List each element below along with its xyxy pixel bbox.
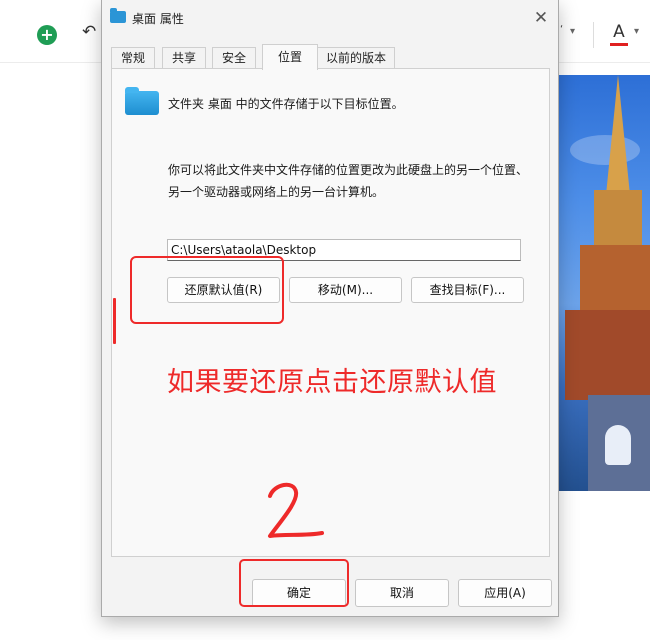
dialog-titlebar[interactable]: 桌面 属性 ✕ — [102, 0, 558, 36]
annotation-step-one — [113, 298, 116, 344]
annotation-instruction: 如果要还原点击还原默认值 — [167, 367, 497, 398]
font-color-label: A — [613, 22, 625, 42]
tab-security[interactable]: 安全 — [212, 47, 256, 69]
toolbar-mark: ‘ — [560, 24, 564, 35]
font-color-bar — [610, 43, 628, 46]
tab-sharing[interactable]: 共享 — [162, 47, 206, 69]
find-target-button[interactable]: 查找目标(F)... — [411, 277, 524, 303]
move-button[interactable]: 移动(M)... — [289, 277, 402, 303]
apply-button[interactable]: 应用(A) — [458, 579, 552, 607]
annotation-box-restore — [130, 256, 284, 324]
tab-location[interactable]: 位置 — [262, 44, 318, 70]
annotation-step-two — [268, 482, 324, 538]
font-color-button[interactable]: A — [610, 22, 628, 46]
plus-circle-icon[interactable]: + — [37, 25, 57, 45]
font-color-dropdown-icon[interactable]: ▾ — [634, 26, 639, 37]
desktop-folder-icon — [125, 87, 159, 115]
tab-general[interactable]: 常规 — [111, 47, 155, 69]
annotation-box-ok — [239, 559, 349, 607]
toolbar-separator — [593, 22, 594, 48]
temple-photo — [550, 75, 650, 491]
close-icon[interactable]: ✕ — [530, 8, 552, 28]
location-description: 你可以将此文件夹中文件存储的位置更改为此硬盘上的另一个位置、另一个驱动器或网络上… — [168, 163, 529, 199]
tab-previous-versions[interactable]: 以前的版本 — [317, 47, 395, 69]
location-info: 文件夹 桌面 中的文件存储于以下目标位置。 — [168, 97, 404, 111]
dialog-title: 桌面 属性 — [132, 12, 184, 26]
cancel-button[interactable]: 取消 — [355, 579, 449, 607]
undo-icon[interactable]: ↶ — [82, 22, 96, 42]
chevron-down-icon[interactable]: ▾ — [570, 26, 575, 37]
folder-icon — [110, 8, 126, 23]
